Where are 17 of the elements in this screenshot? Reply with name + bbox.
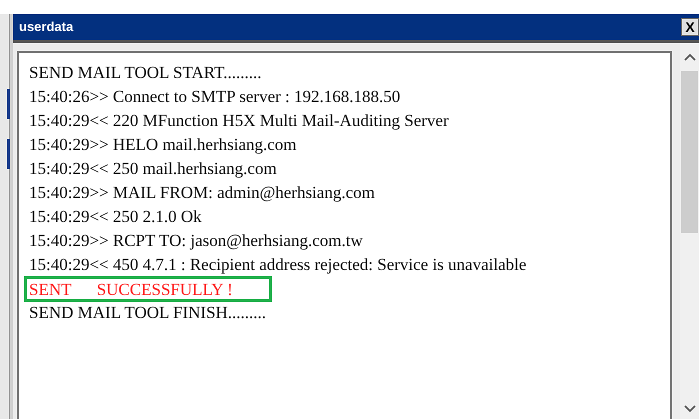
scrollbar[interactable] [680, 43, 699, 419]
window-title: userdata [19, 18, 74, 36]
log-line: 15:40:29<< 220 MFunction H5X Multi Mail-Auditing Server [29, 110, 450, 132]
log-line: 15:40:29<< 450 4.7.1 : Recipient address rejected: Service is unavailable [29, 254, 528, 276]
scroll-down-icon[interactable] [684, 405, 696, 413]
log-line: SEND MAIL TOOL FINISH......... [29, 302, 268, 324]
log-line: 15:40:29>> RCPT TO: jason@herhsiang.com.tw [29, 230, 364, 252]
scrollbar-thumb[interactable] [681, 71, 698, 233]
close-button[interactable]: X [681, 18, 699, 36]
scroll-up-icon[interactable] [684, 53, 696, 61]
log-line: 15:40:26>> Connect to SMTP server : 192.168.188.50 [29, 86, 402, 108]
success-message: SENT SUCCESSFULLY ! [24, 276, 272, 302]
log-line: 15:40:29>> HELO mail.herhsiang.com [29, 134, 298, 156]
log-line: SEND MAIL TOOL START......... [29, 62, 262, 84]
log-line: 15:40:29<< 250 mail.herhsiang.com [29, 158, 278, 180]
log-line: 15:40:29>> MAIL FROM: admin@herhsiang.com [29, 182, 376, 204]
log-line: 15:40:29<< 250 2.1.0 Ok [29, 206, 203, 228]
